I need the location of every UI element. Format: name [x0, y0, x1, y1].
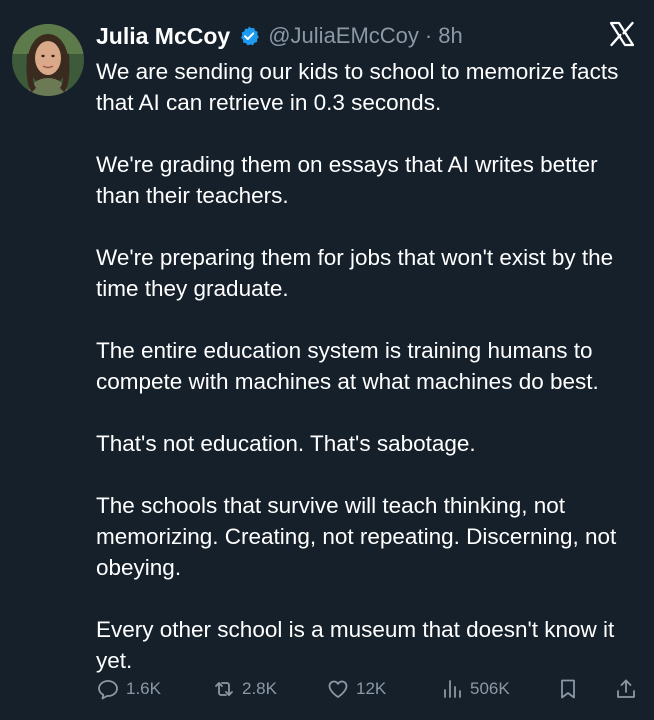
author-name[interactable]: Julia McCoy [96, 23, 230, 50]
tweet-paragraph: That's not education. That's sabotage. [96, 431, 476, 456]
tweet-text: We are sending our kids to school to mem… [96, 56, 641, 707]
tweet-paragraph: We're preparing them for jobs that won't… [96, 245, 614, 301]
tweet-header: Julia McCoy @JuliaEMcCoy · 8h [96, 18, 463, 54]
like-count: 12K [356, 679, 387, 698]
tweet-paragraph: We're grading them on essays that AI wri… [96, 152, 598, 208]
views-count: 506K [470, 679, 510, 698]
reply-icon [98, 680, 118, 700]
tweet-paragraph: We are sending our kids to school to mem… [96, 59, 619, 115]
bookmark-icon [561, 679, 575, 699]
repost-button[interactable]: 2.8K [212, 677, 277, 701]
separator-dot: · [424, 23, 433, 48]
tweet-paragraph: Every other school is a museum that does… [96, 617, 615, 673]
post-time[interactable]: 8h [438, 23, 462, 49]
avatar-image [12, 24, 84, 96]
share-button[interactable] [614, 677, 638, 701]
verified-badge-icon [238, 25, 260, 47]
author-handle[interactable]: @JuliaEMcCoy [268, 23, 419, 49]
views-button[interactable]: 506K [440, 677, 510, 701]
x-logo-icon [608, 20, 636, 48]
repost-count: 2.8K [242, 679, 277, 698]
reply-count: 1.6K [126, 679, 161, 698]
share-icon [617, 679, 635, 698]
avatar[interactable] [12, 24, 84, 96]
bookmark-button[interactable] [556, 677, 580, 701]
reply-button[interactable]: 1.6K [96, 677, 161, 701]
repost-icon [215, 682, 233, 696]
tweet-paragraph: The schools that survive will teach thin… [96, 493, 617, 580]
heart-icon [328, 680, 348, 698]
tweet-card: Julia McCoy @JuliaEMcCoy · 8h We are sen… [0, 0, 654, 720]
like-button[interactable]: 12K [326, 677, 386, 701]
action-bar: 1.6K 2.8K 12K 506K [96, 672, 641, 706]
tweet-paragraph: The entire education system is training … [96, 338, 599, 394]
analytics-icon [444, 680, 461, 698]
